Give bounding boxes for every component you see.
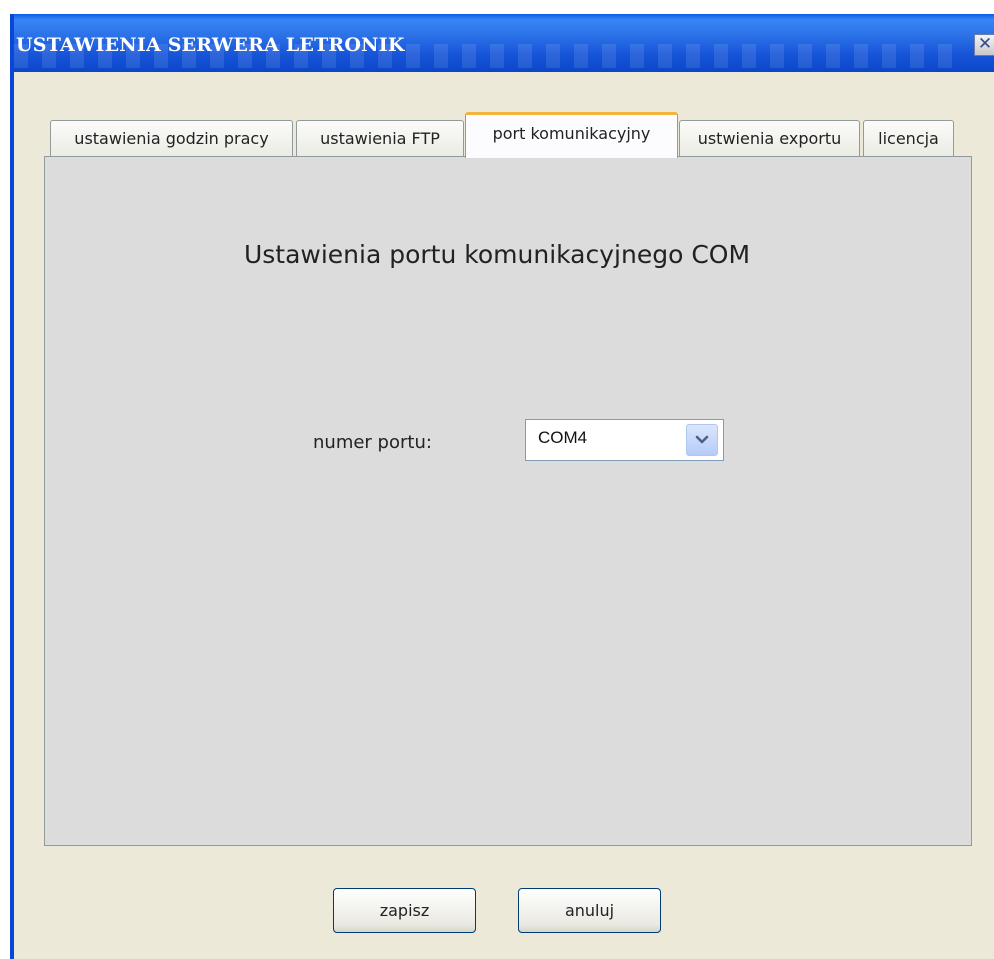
tab-label: ustawienia FTP — [320, 129, 440, 148]
port-number-label: numer portu: — [313, 432, 432, 453]
tab-licencja[interactable]: licencja — [863, 120, 954, 158]
save-button[interactable]: zapisz — [333, 888, 476, 933]
panel-heading: Ustawienia portu komunikacyjnego COM — [243, 240, 751, 269]
tab-ustawienia-ftp[interactable]: ustawienia FTP — [296, 120, 464, 158]
port-number-value: COM4 — [538, 428, 588, 447]
tab-label: licencja — [878, 129, 939, 148]
tab-ustawienia-godzin-pracy[interactable]: ustawienia godzin pracy — [50, 120, 293, 158]
tab-label: ustwienia exportu — [697, 129, 842, 148]
chevron-down-icon[interactable] — [686, 424, 718, 456]
tab-label: ustawienia godzin pracy — [74, 129, 269, 148]
window-title: USTAWIENIA SERWERA LETRONIK — [16, 34, 405, 56]
port-number-select[interactable]: COM4 — [525, 419, 724, 461]
close-icon[interactable]: ✕ — [974, 34, 994, 56]
cancel-button[interactable]: anuluj — [518, 888, 661, 933]
title-bar[interactable]: USTAWIENIA SERWERA LETRONIK ✕ — [14, 14, 994, 72]
tab-port-komunikacyjny[interactable]: port komunikacyjny — [465, 112, 678, 158]
tab-ustwienia-exportu[interactable]: ustwienia exportu — [679, 120, 860, 158]
chevron-down-glyph — [695, 435, 709, 444]
tab-label: port komunikacyjny — [492, 124, 651, 143]
